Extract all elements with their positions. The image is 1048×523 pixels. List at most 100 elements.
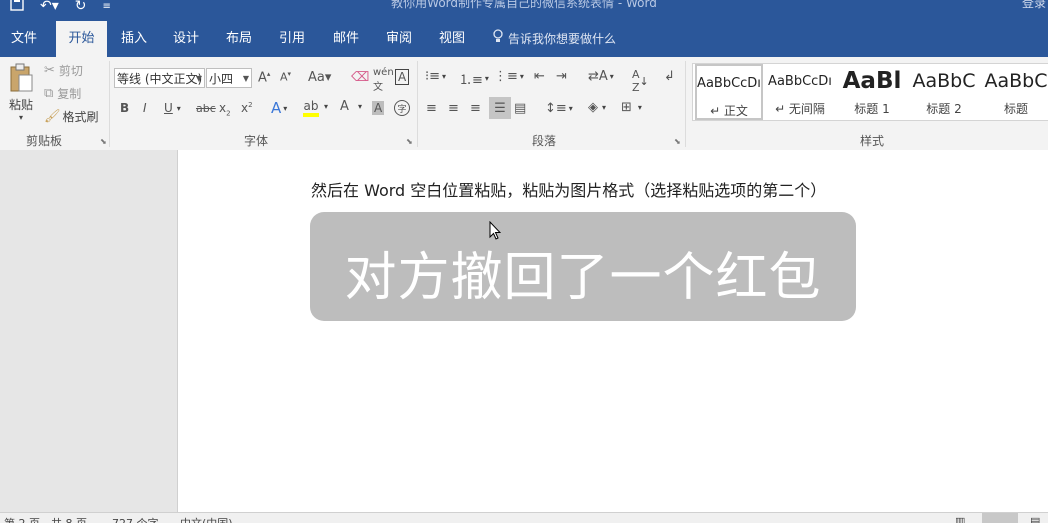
italic-icon: I [143, 101, 147, 115]
tab-references[interactable]: 引用 [270, 21, 314, 57]
font-name-combo[interactable]: 等线 (中文正文) ▼ [114, 68, 205, 88]
tab-review[interactable]: 审阅 [377, 21, 421, 57]
clear-formatting-button[interactable]: ⌫ [351, 70, 369, 85]
distributed-button[interactable]: ▤ [514, 101, 526, 116]
superscript-icon: x2 [241, 101, 253, 115]
copy-label: 复制 [57, 86, 82, 101]
strikethrough-button[interactable]: abc [196, 102, 216, 115]
shading-button[interactable]: ◈ ▾ [588, 100, 606, 115]
enclose-char-icon: 字 [394, 100, 410, 116]
superscript-button[interactable]: x2 [241, 101, 253, 115]
font-color-button[interactable]: A [340, 99, 349, 114]
indent-icon: ⇥ [556, 69, 567, 84]
mouse-pointer-icon [489, 220, 502, 245]
font-color-dropdown[interactable]: ▾ [358, 102, 362, 111]
highlight-dropdown[interactable]: ▾ [324, 102, 328, 111]
grow-font-button[interactable]: A▴ [258, 70, 270, 85]
increase-indent-button[interactable]: ⇥ [556, 69, 567, 84]
style-title[interactable]: AaBbC 标题 [981, 64, 1048, 120]
tell-me-box[interactable]: 告诉我你想要做什么 [492, 21, 616, 57]
border-icon: ⊞ [621, 100, 632, 115]
multilevel-list-button[interactable]: ⋮≡ ▾ [494, 69, 524, 84]
cut-button[interactable]: ✂ 剪切 [44, 62, 83, 78]
paste-dropdown-icon[interactable]: ▾ [19, 113, 23, 122]
show-marks-button[interactable]: ↲ [664, 69, 675, 84]
style-normal[interactable]: AaBbCcDı ↵ 正文 [695, 64, 763, 120]
lightbulb-icon [492, 21, 504, 57]
format-painter-button[interactable]: 🖌 格式刷 [44, 108, 99, 124]
char-shading-icon: A [372, 101, 385, 115]
document-page[interactable]: 然后在 Word 空白位置粘贴，粘贴为图片格式（选择粘贴选项的第二个） 对方撤回… [177, 150, 1048, 512]
shrink-font-icon: A▾ [280, 70, 292, 84]
change-case-icon: Aa▾ [308, 70, 332, 85]
phonetic-guide-button[interactable]: wén 文 [373, 67, 394, 93]
login-link[interactable]: 登录 [1022, 0, 1046, 11]
underline-icon: U [164, 101, 173, 115]
text-effects-icon: A [271, 99, 282, 117]
styles-gallery: AaBbCcDı ↵ 正文 AaBbCcDı ↵ 无间隔 AaBl 标题 1 A… [692, 63, 1048, 121]
distributed-icon: ▤ [514, 101, 527, 116]
align-right-button[interactable]: ≡ [470, 101, 481, 116]
underline-button[interactable]: U ▾ [164, 101, 181, 115]
strikethrough-icon: abc [196, 102, 216, 115]
style-preview: AaBbC [984, 70, 1048, 92]
tab-home[interactable]: 开始 [56, 21, 107, 57]
bullet-list-icon: ⁝≡ [425, 69, 441, 84]
style-heading-1[interactable]: AaBl 标题 1 [837, 64, 907, 120]
highlighter-icon: ab [303, 99, 319, 113]
style-preview: AaBl [842, 68, 902, 94]
chinese-layout-button[interactable]: ⇄A ▾ [588, 69, 614, 84]
outdent-icon: ⇤ [534, 69, 545, 84]
subscript-button[interactable]: x2 [219, 101, 231, 117]
tab-layout[interactable]: 布局 [217, 21, 261, 57]
char-border-button[interactable]: A [395, 69, 410, 85]
style-heading-2[interactable]: AaBbC 标题 2 [909, 64, 979, 120]
change-case-button[interactable]: Aa▾ [308, 70, 331, 85]
style-preview: AaBbCcDı [697, 76, 761, 91]
sort-button[interactable]: A Z ↓ [632, 68, 649, 94]
highlight-swatch [303, 113, 319, 117]
bold-button[interactable]: B [120, 101, 129, 115]
align-center-button[interactable]: ≡ [448, 101, 459, 116]
align-left-icon: ≡ [426, 101, 437, 116]
decrease-indent-button[interactable]: ⇤ [534, 69, 545, 84]
paintbrush-icon: 🖌 [44, 108, 61, 124]
tab-mailings[interactable]: 邮件 [324, 21, 368, 57]
group-separator [685, 61, 686, 147]
chevron-down-icon: ▼ [195, 74, 202, 83]
phonetic-guide-icon: wén 文 [373, 67, 394, 93]
align-right-icon: ≡ [470, 101, 481, 116]
cut-label: 剪切 [58, 63, 83, 78]
tab-design[interactable]: 设计 [164, 21, 208, 57]
paste-button[interactable]: 粘贴 ▾ [6, 63, 36, 125]
enclose-char-button[interactable]: 字 [394, 100, 410, 116]
font-color-icon: A [340, 99, 349, 114]
font-size-combo[interactable]: 小四 ▼ [206, 68, 252, 88]
tab-view[interactable]: 视图 [430, 21, 474, 57]
line-spacing-button[interactable]: ↕≡ ▾ [545, 101, 573, 116]
document-title: 教你用Word制作专属自己的微信系统表情 - Word [391, 0, 657, 10]
pasted-image-bubble[interactable]: 对方撤回了一个红包 [310, 212, 856, 321]
text-effects-button[interactable]: A ▾ [271, 99, 287, 117]
paragraph-group-label: 段落 [532, 134, 557, 148]
tab-file[interactable]: 文件 [0, 21, 48, 57]
title-bar: ↶▾ ↻ ≡ 教你用Word制作专属自己的微信系统表情 - Word 登录 [0, 0, 1048, 21]
paragraph-launcher-icon[interactable]: ⬊ [674, 137, 681, 146]
grow-font-icon: A▴ [258, 70, 271, 86]
tab-insert[interactable]: 插入 [112, 21, 156, 57]
clipboard-launcher-icon[interactable]: ⬊ [100, 137, 107, 146]
copy-button[interactable]: ⧉ 复制 [44, 85, 81, 101]
highlight-button[interactable]: ab [303, 99, 319, 117]
numbering-button[interactable]: ⒈≡ ▾ [459, 69, 489, 88]
align-left-button[interactable]: ≡ [426, 101, 437, 116]
style-no-spacing[interactable]: AaBbCcDı ↵ 无间隔 [765, 64, 835, 120]
style-preview: AaBbC [912, 70, 976, 92]
bullets-button[interactable]: ⁝≡ ▾ [425, 69, 446, 84]
format-painter-label: 格式刷 [62, 109, 99, 124]
font-launcher-icon[interactable]: ⬊ [406, 137, 413, 146]
justify-button[interactable]: ☰ [489, 97, 511, 119]
borders-button[interactable]: ⊞ ▾ [621, 100, 642, 115]
shrink-font-button[interactable]: A▾ [280, 70, 291, 84]
italic-button[interactable]: I [143, 101, 147, 115]
char-shading-button[interactable]: A [372, 101, 385, 115]
